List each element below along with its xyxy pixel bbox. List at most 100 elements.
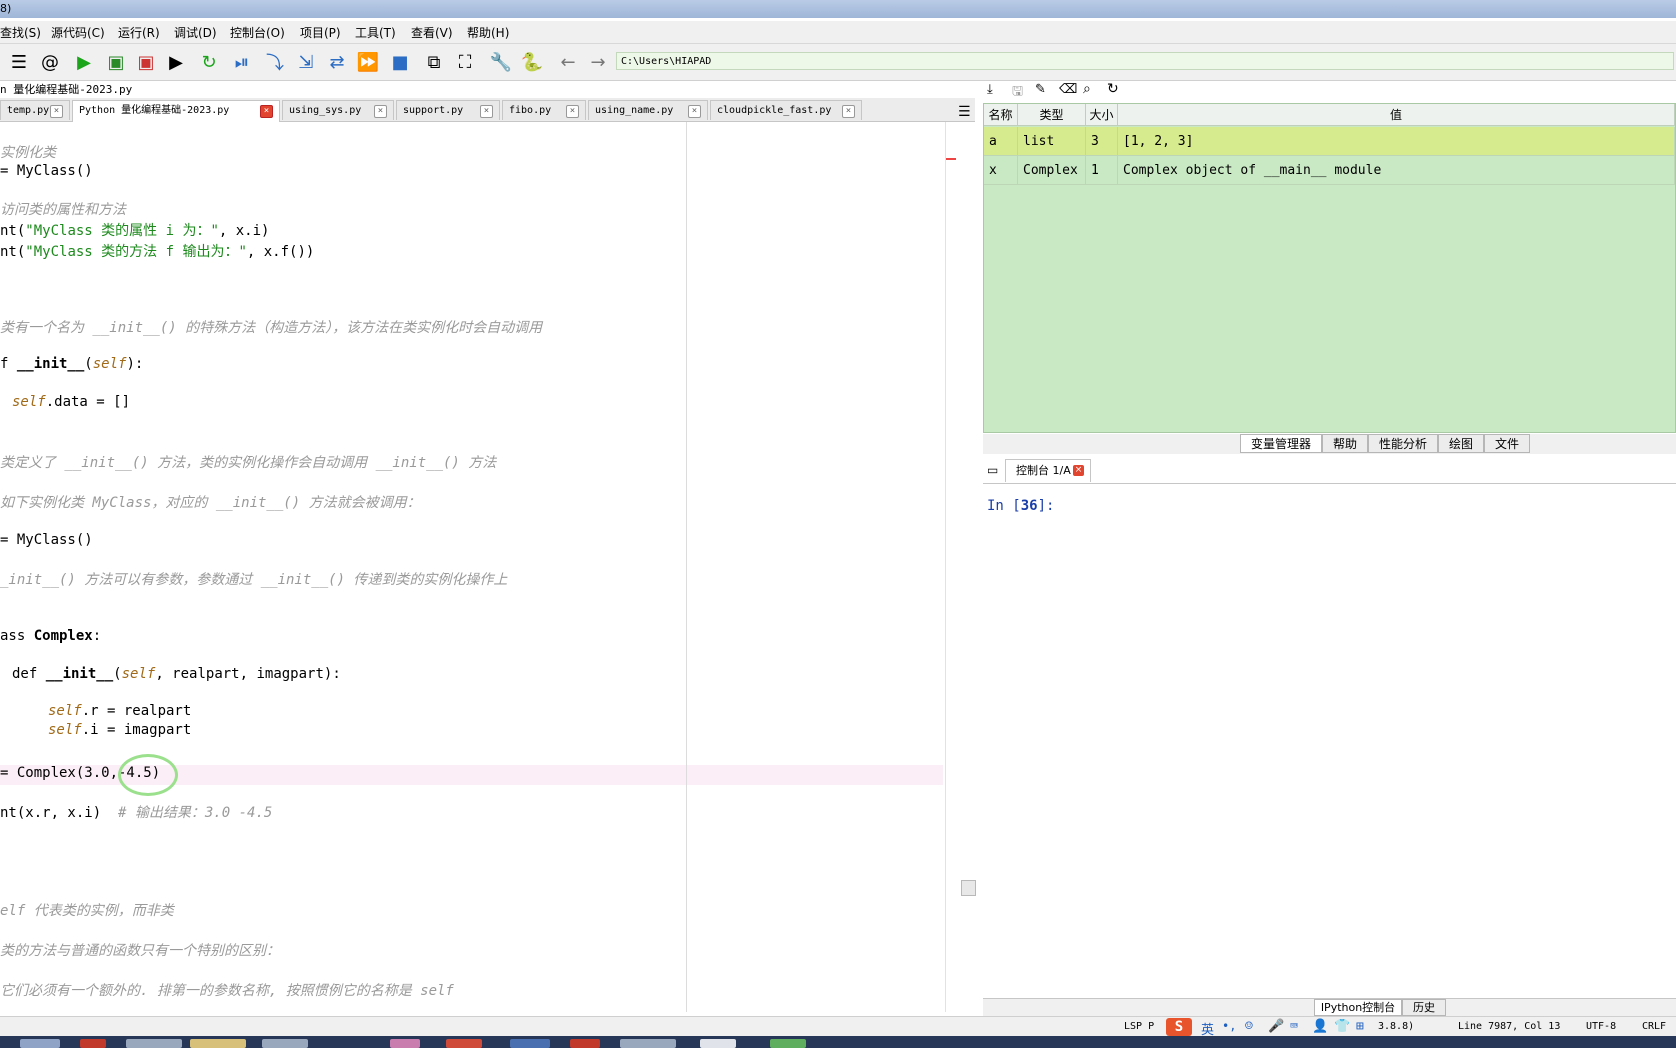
- close-icon[interactable]: ×: [260, 105, 273, 118]
- menu-view[interactable]: 查看(V): [411, 24, 453, 41]
- tab-temp[interactable]: temp.py ×: [0, 100, 70, 120]
- working-directory-path[interactable]: C:\Users\HIAPAD: [616, 52, 1674, 70]
- tab-fibo[interactable]: fibo.py ×: [502, 100, 586, 120]
- close-icon[interactable]: ×: [480, 105, 493, 118]
- var-cell-value[interactable]: Complex object of __main__ module: [1118, 156, 1675, 185]
- var-cell-value[interactable]: [1, 2, 3]: [1118, 127, 1675, 156]
- code-token: __init__: [45, 666, 114, 682]
- close-icon[interactable]: ×: [688, 105, 701, 118]
- editor-scrollbar[interactable]: [945, 122, 976, 1012]
- ime-grid-icon[interactable]: ⊞: [1356, 1019, 1364, 1034]
- var-cell-name[interactable]: a: [984, 127, 1018, 156]
- menu-run[interactable]: 运行(R): [118, 24, 160, 41]
- header-type[interactable]: 类型: [1018, 104, 1086, 126]
- run-selection-icon[interactable]: ▶: [164, 50, 188, 74]
- ime-user-icon[interactable]: 👤: [1312, 1019, 1328, 1034]
- close-icon[interactable]: ×: [566, 105, 579, 118]
- ime-skin-icon[interactable]: 👕: [1334, 1019, 1350, 1034]
- taskbar-item[interactable]: [390, 1039, 420, 1048]
- menu-help[interactable]: 帮助(H): [467, 24, 509, 41]
- eraser-icon[interactable]: ⌫: [1059, 82, 1077, 97]
- close-icon[interactable]: ×: [374, 105, 387, 118]
- var-cell-name[interactable]: x: [984, 156, 1018, 185]
- var-cell-type[interactable]: list: [1018, 127, 1086, 156]
- maximize-pane-icon[interactable]: ⧉: [422, 50, 446, 74]
- prompt-text: ]:: [1037, 498, 1055, 514]
- taskbar-item[interactable]: [446, 1039, 482, 1048]
- menu-console[interactable]: 控制台(O): [230, 24, 285, 41]
- ime-emoji-icon[interactable]: ☺: [1245, 1019, 1253, 1034]
- ime-voice-icon[interactable]: 🎤: [1268, 1019, 1284, 1034]
- ime-logo-icon[interactable]: S: [1166, 1018, 1192, 1036]
- variable-table: 名称 类型 大小 值 a list 3 [1, 2, 3] x Complex …: [983, 103, 1676, 433]
- scrollbar-thumb[interactable]: [961, 880, 976, 896]
- tab-variable-explorer[interactable]: 变量管理器: [1240, 434, 1322, 453]
- menu-debug[interactable]: 调试(D): [174, 24, 217, 41]
- var-cell-size[interactable]: 1: [1086, 156, 1118, 185]
- tab-using-name[interactable]: using_name.py ×: [588, 100, 708, 120]
- refresh-icon[interactable]: ↻: [1107, 81, 1119, 97]
- forward-arrow-icon[interactable]: →: [586, 50, 610, 74]
- stop-icon[interactable]: ■: [388, 50, 412, 74]
- taskbar-item[interactable]: [510, 1039, 550, 1048]
- taskbar-item[interactable]: [80, 1039, 106, 1048]
- taskbar-item[interactable]: [20, 1039, 60, 1048]
- rerun-icon[interactable]: ↻: [197, 50, 221, 74]
- menu-search[interactable]: 查找(S): [0, 24, 41, 41]
- console-window-icon[interactable]: ▭: [987, 463, 998, 477]
- continue-icon[interactable]: ⏩: [356, 50, 380, 74]
- taskbar-item[interactable]: [262, 1039, 308, 1048]
- back-arrow-icon[interactable]: ←: [556, 50, 580, 74]
- tab-plots[interactable]: 绘图: [1438, 434, 1484, 453]
- code-editor[interactable]: 实例化类 = MyClass() 访问类的属性和方法 nt("MyClass 类…: [0, 122, 945, 1012]
- save-as-icon[interactable]: ✎: [1035, 82, 1046, 97]
- tab-profiler[interactable]: 性能分析: [1368, 434, 1438, 453]
- var-cell-size[interactable]: 3: [1086, 127, 1118, 156]
- header-size[interactable]: 大小: [1086, 104, 1118, 126]
- tab-quant-basics[interactable]: Python 量化编程基础-2023.py ×: [72, 100, 280, 122]
- debug-icon[interactable]: ⏯: [230, 50, 254, 74]
- tab-ipython-console[interactable]: IPython控制台: [1314, 999, 1402, 1016]
- tab-using-sys[interactable]: using_sys.py ×: [282, 100, 394, 120]
- close-icon[interactable]: ×: [842, 105, 855, 118]
- tab-support[interactable]: support.py ×: [396, 100, 500, 120]
- menu-source[interactable]: 源代码(C): [51, 24, 105, 41]
- taskbar-item[interactable]: [570, 1039, 600, 1048]
- taskbar-item[interactable]: [770, 1039, 806, 1048]
- step-icon[interactable]: ⤵: [263, 50, 287, 74]
- taskbar-item[interactable]: [126, 1039, 182, 1048]
- step-into-icon[interactable]: ⇲: [294, 50, 318, 74]
- run-cell-advance-icon[interactable]: ▣: [134, 50, 158, 74]
- python-path-icon[interactable]: 🐍: [520, 50, 544, 74]
- taskbar-item[interactable]: [620, 1039, 676, 1048]
- save-data-icon[interactable]: 🖫: [1012, 82, 1023, 104]
- list-icon[interactable]: ☰: [7, 50, 31, 74]
- header-name[interactable]: 名称: [984, 104, 1018, 126]
- step-return-icon[interactable]: ⇄: [325, 50, 349, 74]
- close-icon[interactable]: ×: [50, 105, 63, 118]
- ime-keyboard-icon[interactable]: ⌨: [1290, 1019, 1298, 1034]
- close-icon[interactable]: ×: [1073, 465, 1084, 476]
- tab-help[interactable]: 帮助: [1322, 434, 1368, 453]
- tab-console[interactable]: 控制台 1/A ×: [1005, 459, 1091, 482]
- ime-punctuation-icon[interactable]: •,: [1222, 1019, 1236, 1033]
- header-value[interactable]: 值: [1118, 104, 1675, 126]
- tab-files[interactable]: 文件: [1484, 434, 1530, 453]
- taskbar-item[interactable]: [700, 1039, 736, 1048]
- taskbar-item[interactable]: [190, 1039, 246, 1048]
- import-data-icon[interactable]: ⤓: [987, 82, 993, 97]
- preferences-wrench-icon[interactable]: 🔧: [489, 50, 513, 74]
- ipython-console[interactable]: In [36]:: [983, 484, 1676, 998]
- search-icon[interactable]: ⌕: [1083, 81, 1091, 97]
- run-cell-icon[interactable]: ▣: [104, 50, 128, 74]
- menu-tools[interactable]: 工具(T): [355, 24, 396, 41]
- tab-cloudpickle-fast[interactable]: cloudpickle_fast.py ×: [710, 100, 862, 120]
- run-icon[interactable]: ▶: [72, 50, 96, 74]
- tab-history[interactable]: 历史: [1402, 999, 1446, 1016]
- fullscreen-icon[interactable]: ⛶: [453, 50, 477, 74]
- at-icon[interactable]: @: [38, 50, 62, 74]
- code-token: def: [12, 666, 46, 682]
- var-cell-type[interactable]: Complex: [1018, 156, 1086, 185]
- options-menu-icon[interactable]: ☰: [958, 104, 971, 120]
- menu-project[interactable]: 项目(P): [300, 24, 341, 41]
